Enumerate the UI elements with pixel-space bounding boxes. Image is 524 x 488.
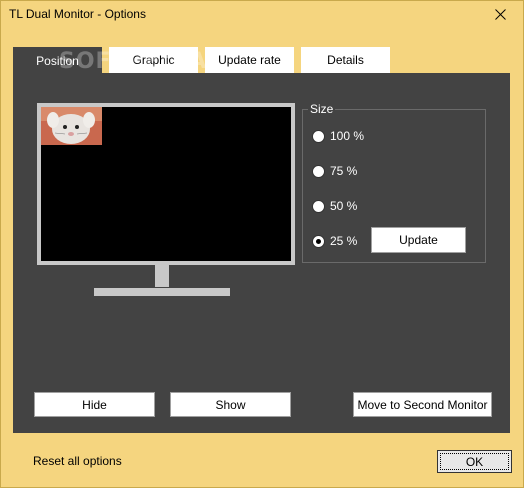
radio-selected-dot: [316, 238, 321, 244]
tab-position[interactable]: Position: [13, 47, 102, 74]
tab-graphic[interactable]: Graphic: [109, 47, 198, 73]
size-groupbox: Size 100 % 75 % 50 % 25 % Update: [302, 102, 486, 263]
focus-rectangle: [440, 453, 509, 470]
size-legend: Size: [308, 102, 336, 116]
size-option-label: 100 %: [330, 129, 365, 143]
title-bar[interactable]: TL Dual Monitor - Options: [1, 1, 523, 28]
size-option-100[interactable]: 100 %: [312, 128, 364, 144]
monitor-stand-neck: [155, 265, 169, 287]
move-to-second-monitor-button[interactable]: Move to Second Monitor: [353, 392, 492, 417]
monitor-screen[interactable]: [41, 107, 291, 261]
show-button[interactable]: Show: [170, 392, 291, 417]
options-window: TL Dual Monitor - Options Position Graph…: [0, 0, 524, 488]
close-icon: [494, 9, 506, 20]
monitor-preview: [37, 103, 295, 265]
radio-75[interactable]: [312, 164, 325, 178]
size-option-25[interactable]: 25 %: [312, 233, 357, 249]
close-button[interactable]: [477, 1, 523, 28]
reset-all-options-link[interactable]: Reset all options: [33, 454, 122, 468]
radio-100[interactable]: [312, 129, 325, 143]
tab-update-rate[interactable]: Update rate: [205, 47, 294, 73]
window-thumbnail[interactable]: [41, 107, 102, 145]
radio-50[interactable]: [312, 199, 325, 213]
ok-button[interactable]: OK: [437, 450, 512, 473]
thumbnail-image: [41, 107, 102, 145]
tab-details[interactable]: Details: [301, 47, 390, 73]
size-option-label: 25 %: [330, 234, 358, 248]
hide-button[interactable]: Hide: [34, 392, 155, 417]
radio-25[interactable]: [312, 234, 325, 248]
window-title: TL Dual Monitor - Options: [9, 7, 146, 21]
size-option-label: 50 %: [330, 199, 358, 213]
size-option-label: 75 %: [330, 164, 358, 178]
size-option-75[interactable]: 75 %: [312, 163, 357, 179]
update-button[interactable]: Update: [371, 227, 466, 253]
position-panel: Size 100 % 75 % 50 % 25 % Update Hide Sh…: [13, 73, 510, 433]
size-option-50[interactable]: 50 %: [312, 198, 357, 214]
monitor-stand-base: [94, 288, 230, 296]
